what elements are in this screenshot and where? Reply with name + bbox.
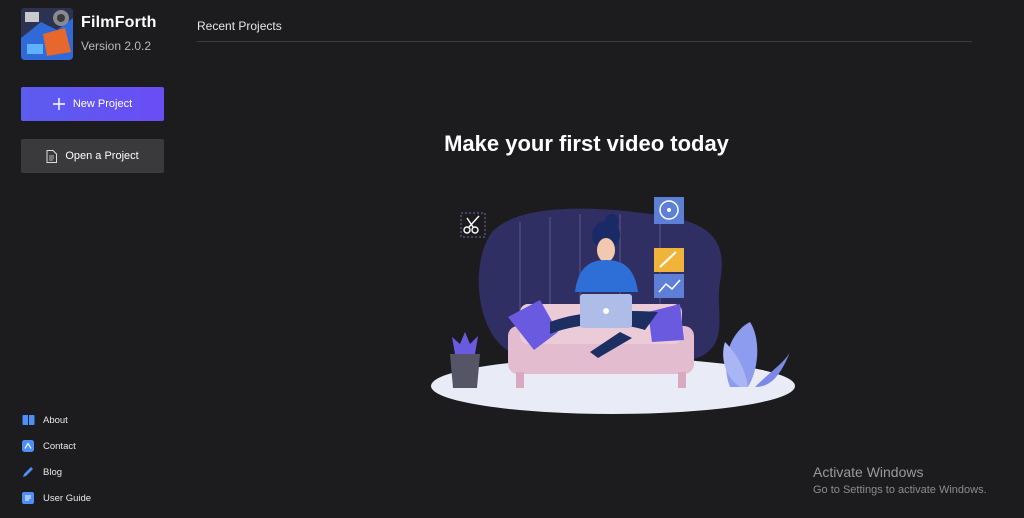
- recent-projects-title: Recent Projects: [197, 19, 282, 33]
- file-icon: [46, 149, 58, 163]
- plus-icon: [52, 98, 65, 110]
- brand: FilmForth Version 2.0.2: [21, 8, 157, 60]
- sidebar-item-about[interactable]: About: [22, 407, 91, 433]
- sidebar-item-label: Contact: [43, 440, 76, 452]
- sidebar-item-contact[interactable]: Contact: [22, 433, 91, 459]
- sidebar: FilmForth Version 2.0.2 New Project Open…: [0, 0, 185, 518]
- sidebar-links: About Contact Blog User Guide: [22, 407, 91, 511]
- contact-icon: [22, 439, 35, 453]
- new-project-label: New Project: [72, 98, 133, 110]
- pen-icon: [22, 466, 35, 479]
- app-version: Version 2.0.2: [81, 39, 152, 53]
- header-divider: [197, 41, 972, 42]
- main-content: Recent Projects Make your first video to…: [197, 0, 972, 518]
- open-project-label: Open a Project: [65, 150, 139, 162]
- sidebar-item-blog[interactable]: Blog: [22, 459, 91, 485]
- book-icon: [22, 414, 35, 427]
- sidebar-item-label: User Guide: [43, 492, 92, 504]
- sidebar-item-label: About: [43, 414, 68, 426]
- app-name: FilmForth: [81, 14, 157, 31]
- watermark-subtitle: Go to Settings to activate Windows.: [813, 484, 987, 496]
- sidebar-item-label: Blog: [43, 466, 63, 478]
- empty-state-illustration: [430, 192, 795, 422]
- activate-windows-watermark: Activate Windows Go to Settings to activ…: [813, 464, 987, 496]
- hero-title: Make your first video today: [444, 131, 729, 156]
- new-project-button[interactable]: New Project: [21, 87, 164, 121]
- app-logo: [21, 8, 73, 60]
- guide-icon: [22, 491, 35, 505]
- app-window: FilmForth Version 2.0.2 New Project Open…: [0, 0, 1024, 518]
- sidebar-item-user-guide[interactable]: User Guide: [22, 485, 91, 511]
- open-project-button[interactable]: Open a Project: [21, 139, 164, 173]
- watermark-title: Activate Windows: [813, 464, 924, 480]
